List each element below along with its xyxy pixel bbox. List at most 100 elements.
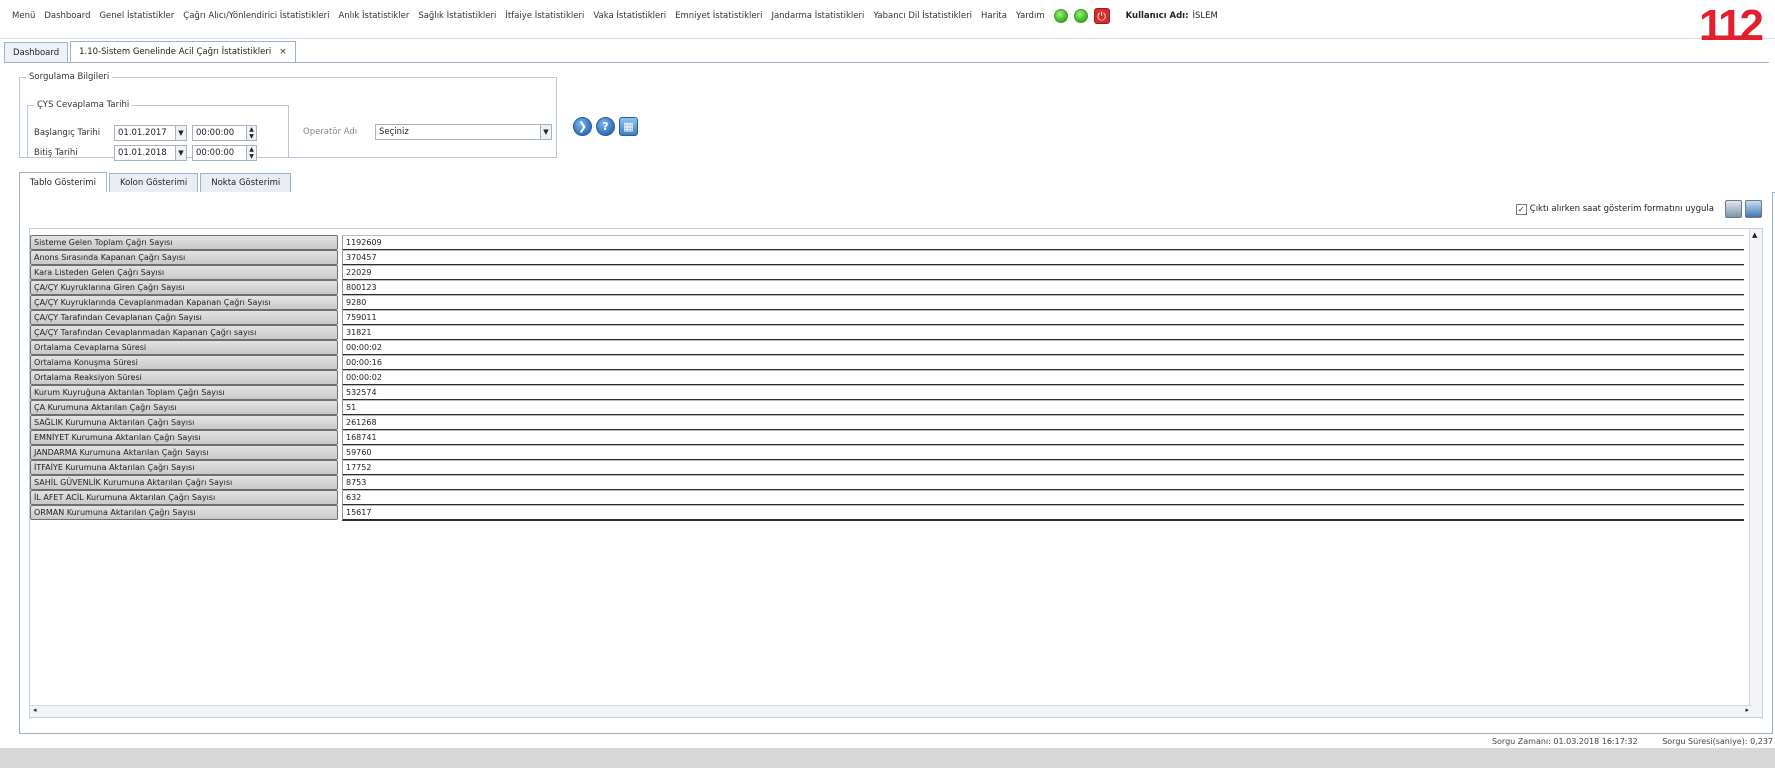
horizontal-scrollbar[interactable]: ◂ ▸ — [30, 705, 1752, 717]
document-tabs: Dashboard 1.10-Sistem Genelinde Acil Çağ… — [4, 40, 1769, 63]
tab-emergency-call-stats[interactable]: 1.10-Sistem Genelinde Acil Çağrı İstatis… — [70, 41, 296, 62]
table-row: Anons Sırasında Kapanan Çağrı Sayısı 370… — [30, 250, 1762, 266]
query-duration: Sorgu Süresi(saniye): 0,237 — [1662, 737, 1773, 746]
close-icon[interactable]: × — [279, 47, 287, 57]
row-value: 31821 — [342, 325, 1744, 341]
row-value: 51 — [342, 400, 1744, 416]
row-label: ÇA/ÇY Kuyruklarında Cevaplanmadan Kapana… — [30, 295, 338, 310]
query-time: Sorgu Zamanı: 01.03.2018 16:17:32 — [1491, 737, 1638, 746]
tab-table-view[interactable]: Tablo Gösterimi — [19, 172, 107, 192]
green-status-icon[interactable] — [1073, 9, 1088, 23]
menu-item-case-stats[interactable]: Vaka İstatistikleri — [593, 11, 666, 21]
row-label: SAĞLIK Kurumuna Aktarılan Çağrı Sayısı — [30, 415, 338, 430]
spinner-icon[interactable]: ▲ ▼ — [246, 146, 256, 160]
help-icon[interactable]: ? — [596, 117, 615, 136]
bottom-status-bar — [0, 748, 1775, 768]
row-value: 17752 — [342, 460, 1744, 476]
row-label: ÇA/ÇY Tarafından Cevaplanmadan Kapanan Ç… — [30, 325, 338, 340]
row-value: 00:00:02 — [342, 340, 1744, 356]
menu-item-general-stats[interactable]: Genel İstatistikler — [99, 11, 174, 21]
row-value: 261268 — [342, 415, 1744, 431]
menu-item-foreign-language-stats[interactable]: Yabancı Dil İstatistikleri — [873, 11, 972, 21]
operator-value: Seçiniz — [379, 127, 409, 137]
table-row: Ortalama Cevaplama Süresi 00:00:02 — [30, 340, 1762, 356]
row-label: JANDARMA Kurumuna Aktarılan Çağrı Sayısı — [30, 445, 338, 460]
scroll-up-icon[interactable]: ▲ — [1752, 231, 1757, 239]
report-icon[interactable]: ▦ — [619, 117, 638, 136]
spinner-icon[interactable]: ▲ ▼ — [246, 126, 256, 140]
tab-point-view[interactable]: Nokta Gösterimi — [200, 173, 292, 192]
query-info-panel: Sorgulama Bilgileri ÇYS Cevaplama Tarihi… — [19, 72, 557, 161]
start-time-field[interactable]: 00:00:00 ▲ ▼ — [192, 125, 257, 141]
top-menu-bar: Menü Dashboard Genel İstatistikler Çağrı… — [0, 0, 1775, 48]
row-value: 9280 — [342, 295, 1744, 311]
tab-dashboard[interactable]: Dashboard — [4, 42, 69, 62]
scroll-left-icon[interactable]: ◂ — [33, 706, 37, 714]
menu-item-police-stats[interactable]: Emniyet İstatistikleri — [675, 11, 762, 21]
row-value: 759011 — [342, 310, 1744, 326]
start-date-field[interactable]: 01.01.2017 ▼ — [114, 125, 187, 141]
table-row: ÇA Kurumuna Aktarılan Çağrı Sayısı 51 — [30, 400, 1762, 416]
tab-column-view[interactable]: Kolon Gösterimi — [108, 173, 199, 192]
table-row: Sisteme Gelen Toplam Çağrı Sayısı 119260… — [30, 235, 1762, 251]
menu-item-menu[interactable]: Menü — [12, 11, 35, 21]
export-icon[interactable] — [1745, 200, 1762, 218]
power-off-icon[interactable]: ⏻ — [1093, 8, 1110, 24]
menu-item-call-receiver-stats[interactable]: Çağrı Alıcı/Yönlendirici İstatistikleri — [183, 11, 329, 21]
row-value: 00:00:16 — [342, 355, 1744, 371]
search-button-icon[interactable]: ❯ — [573, 117, 592, 136]
row-label: Ortalama Cevaplama Süresi — [30, 340, 338, 355]
menu-item-help[interactable]: Yardım — [1016, 11, 1045, 21]
calendar-dropdown-icon[interactable]: ▼ — [175, 126, 186, 140]
end-date-field[interactable]: 01.01.2018 ▼ — [114, 145, 187, 161]
operator-select[interactable]: Seçiniz ▼ — [375, 124, 552, 140]
tab-label: 1.10-Sistem Genelinde Acil Çağrı İstatis… — [79, 47, 272, 57]
chevron-down-icon[interactable]: ▼ — [540, 125, 551, 139]
menu-item-fire-stats[interactable]: İtfaiye İstatistikleri — [505, 11, 584, 21]
row-label: Sisteme Gelen Toplam Çağrı Sayısı — [30, 235, 338, 250]
calendar-dropdown-icon[interactable]: ▼ — [175, 146, 186, 160]
table-row: ÇA/ÇY Tarafından Cevaplanan Çağrı Sayısı… — [30, 310, 1762, 326]
row-value: 00:00:02 — [342, 370, 1744, 386]
scroll-right-icon[interactable]: ▸ — [1745, 706, 1749, 714]
menu-item-map[interactable]: Harita — [981, 11, 1007, 21]
row-value: 370457 — [342, 250, 1744, 266]
row-label: ORMAN Kurumuna Aktarılan Çağrı Sayısı — [30, 505, 338, 520]
time-format-checkbox[interactable]: ✓ — [1515, 203, 1527, 215]
statistics-table: Sisteme Gelen Toplam Çağrı Sayısı 119260… — [29, 228, 1763, 718]
vertical-scrollbar[interactable]: ▲ — [1749, 229, 1762, 717]
time-format-label: Çıktı alırken saat gösterim formatını uy… — [1529, 204, 1714, 214]
print-icon[interactable] — [1725, 200, 1742, 218]
table-row: SAHİL GÜVENLİK Kurumuna Aktarılan Çağrı … — [30, 475, 1762, 491]
end-time-value: 00:00:00 — [196, 148, 235, 158]
row-value: 1192609 — [342, 235, 1744, 251]
tab-label: Dashboard — [13, 47, 60, 58]
cys-date-panel: ÇYS Cevaplama Tarihi Başlangıç Tarihi 01… — [27, 100, 289, 161]
table-row: Kurum Kuyruğuna Aktarılan Toplam Çağrı S… — [30, 385, 1762, 401]
table-row: EMNİYET Kurumuna Aktarılan Çağrı Sayısı … — [30, 430, 1762, 446]
row-label: Anons Sırasında Kapanan Çağrı Sayısı — [30, 250, 338, 265]
user-label: Kullanıcı Adı: — [1125, 11, 1189, 21]
row-value: 15617 — [342, 505, 1744, 521]
user-name: İSLEM — [1192, 11, 1218, 21]
end-date-value: 01.01.2018 — [118, 148, 167, 158]
row-label: Ortalama Konuşma Süresi — [30, 355, 338, 370]
row-value: 532574 — [342, 385, 1744, 401]
menu-item-gendarmerie-stats[interactable]: Jandarma İstatistikleri — [771, 11, 864, 21]
table-row: Kara Listeden Gelen Çağrı Sayısı 22029 — [30, 265, 1762, 281]
table-row: ORMAN Kurumuna Aktarılan Çağrı Sayısı 15… — [30, 505, 1762, 521]
menu-item-instant-stats[interactable]: Anlık İstatistikler — [338, 11, 409, 21]
menu-item-health-stats[interactable]: Sağlık İstatistikleri — [418, 11, 496, 21]
table-row: İTFAİYE Kurumuna Aktarılan Çağrı Sayısı … — [30, 460, 1762, 476]
start-date-value: 01.01.2017 — [118, 128, 167, 138]
menu-item-dashboard[interactable]: Dashboard — [44, 11, 90, 21]
row-label: ÇA/ÇY Kuyruklarına Giren Çağrı Sayısı — [30, 280, 338, 295]
row-label: ÇA/ÇY Tarafından Cevaplanan Çağrı Sayısı — [30, 310, 338, 325]
end-time-field[interactable]: 00:00:00 ▲ ▼ — [192, 145, 257, 161]
query-legend: Sorgulama Bilgileri — [29, 72, 110, 82]
table-row: SAĞLIK Kurumuna Aktarılan Çağrı Sayısı 2… — [30, 415, 1762, 431]
cys-legend: ÇYS Cevaplama Tarihi — [37, 100, 130, 110]
green-status-icon[interactable] — [1053, 9, 1068, 23]
row-label: Kurum Kuyruğuna Aktarılan Toplam Çağrı S… — [30, 385, 338, 400]
row-value: 632 — [342, 490, 1744, 506]
